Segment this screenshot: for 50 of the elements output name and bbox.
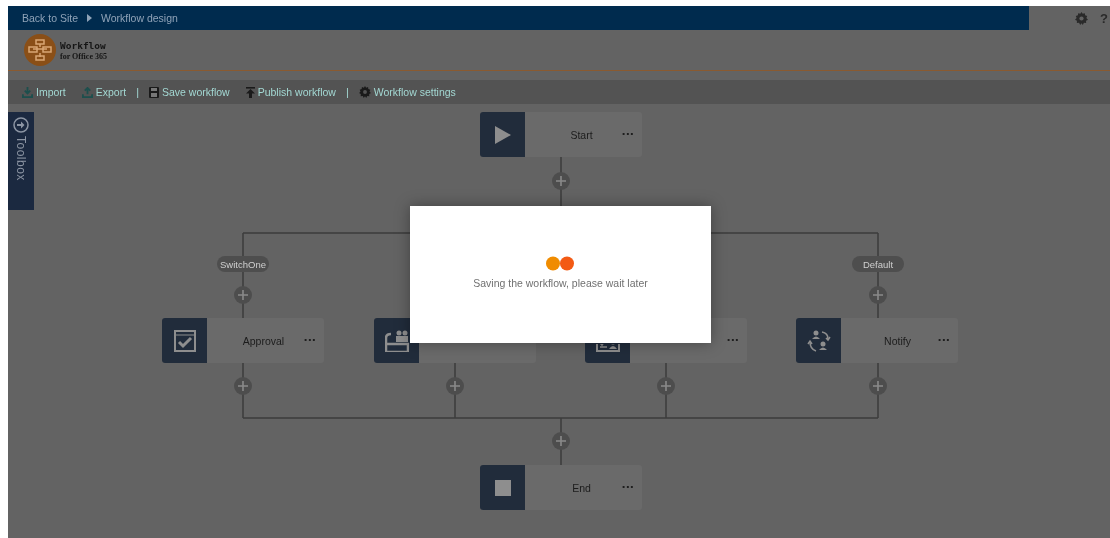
branch-label[interactable]: Default <box>852 256 904 272</box>
add-step-button[interactable] <box>869 286 887 304</box>
more-button[interactable]: ··· <box>303 334 316 347</box>
branch-label[interactable]: SwitchOne <box>217 256 269 272</box>
breadcrumb-link[interactable]: Back to Site <box>22 12 79 24</box>
upload-icon <box>81 86 93 98</box>
more-button[interactable]: ··· <box>937 334 950 347</box>
toolbox-tab[interactable]: Toolbox <box>8 112 34 210</box>
arrow-circle-icon <box>13 117 29 133</box>
add-step-button[interactable] <box>234 377 252 395</box>
people-cycle-icon <box>806 328 831 353</box>
import-button[interactable]: Import <box>14 80 74 104</box>
add-step-button[interactable] <box>552 432 570 450</box>
workflow-node[interactable]: Notify ··· <box>796 318 958 363</box>
flowchart-logo-icon <box>24 34 56 66</box>
toolbar-separator: | <box>135 86 140 98</box>
add-step-button[interactable] <box>869 377 887 395</box>
more-button[interactable]: ··· <box>621 481 634 494</box>
logo-subtitle: for Office 365 <box>60 51 107 61</box>
node-label: End <box>571 481 592 494</box>
people-icon <box>384 329 409 352</box>
download-icon <box>22 86 33 98</box>
add-step-button[interactable] <box>446 377 464 395</box>
stop-icon <box>494 479 511 496</box>
chevron-icon <box>87 14 93 22</box>
publish-button[interactable]: Publish workflow <box>237 80 344 104</box>
more-button[interactable]: ··· <box>621 128 634 141</box>
settings-button[interactable]: Workflow settings <box>350 80 464 104</box>
add-step-button[interactable] <box>234 286 252 304</box>
save-button[interactable]: Save workflow <box>141 80 238 104</box>
gear-icon <box>358 86 371 98</box>
workflow-node[interactable]: End ··· <box>480 465 642 510</box>
breadcrumb-link[interactable]: Workflow design <box>101 12 178 24</box>
settings-icon[interactable] <box>1075 11 1089 25</box>
add-step-button[interactable] <box>552 172 570 190</box>
saving-message: Saving the workflow, please wait later <box>473 277 648 289</box>
play-icon <box>494 125 511 144</box>
loading-spinner-icon <box>544 256 577 271</box>
checkbox-icon <box>173 329 196 352</box>
workflow-node[interactable]: Start ··· <box>480 112 642 157</box>
workflow-node[interactable]: Approval ··· <box>162 318 324 363</box>
more-button[interactable]: ··· <box>726 334 739 347</box>
add-step-button[interactable] <box>657 377 675 395</box>
export-button[interactable]: Export <box>73 80 135 104</box>
node-label: Approval <box>241 334 286 347</box>
node-label: Start <box>569 128 594 141</box>
logo-title: Workflow <box>60 39 107 51</box>
toolbar-separator: | <box>344 86 350 98</box>
node-label: Notify <box>883 334 912 347</box>
upload-arrow-icon <box>245 86 255 98</box>
